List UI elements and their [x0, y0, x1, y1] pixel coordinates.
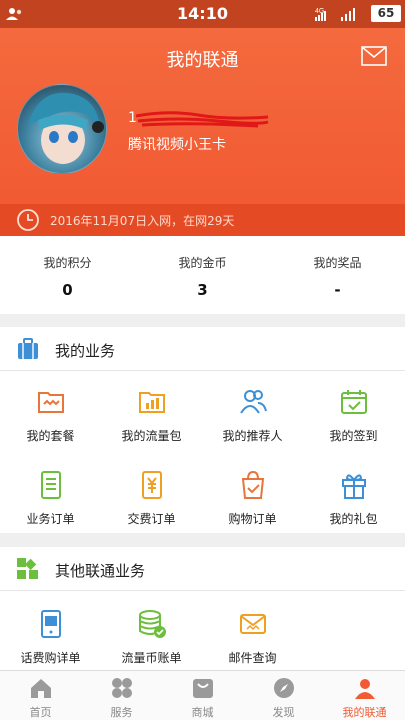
tab-home[interactable]: 首页	[0, 675, 81, 720]
checkin-icon	[340, 390, 367, 414]
item-label: 我的流量包	[121, 429, 182, 443]
redaction-scribble	[135, 111, 269, 128]
mall-icon	[192, 679, 213, 698]
stats-row: 我的积分 0 我的金币 3 我的奖品 -	[0, 236, 405, 314]
mail-query-icon	[239, 614, 266, 634]
item-label: 流量币账单	[121, 651, 182, 665]
profile-icon	[354, 679, 375, 699]
profile-header: 我的联通 1 腾讯视频小王卡	[0, 28, 405, 204]
item-label: 邮件查询	[228, 651, 277, 665]
section-title: 我的业务	[55, 342, 116, 360]
purchase-detail-icon	[40, 610, 61, 638]
briefcase-icon	[18, 338, 38, 359]
stat-coins[interactable]: 我的金币 3	[135, 254, 270, 299]
stat-value: -	[334, 281, 341, 299]
avatar-image	[28, 92, 104, 164]
my-business-section: 我的业务 我的套餐 我的流量包 我的推荐人 我的签到 业务订单 交费订单 购物订…	[0, 327, 405, 533]
business-item-payment-order[interactable]: 交费订单	[101, 470, 202, 527]
avatar[interactable]	[17, 84, 107, 174]
payment-order-icon	[141, 471, 162, 499]
coin-bill-icon	[138, 610, 166, 638]
business-item-referrer[interactable]: 我的推荐人	[202, 387, 303, 444]
stat-prizes[interactable]: 我的奖品 -	[270, 254, 405, 299]
signal-icon: 4G	[315, 8, 355, 21]
item-label: 购物订单	[228, 512, 277, 526]
service-icon	[111, 678, 132, 698]
other-business-header: 其他联通业务	[0, 547, 405, 591]
stat-points[interactable]: 我的积分 0	[0, 254, 135, 299]
join-info-text: 2016年11月07日入网，在网29天	[50, 214, 235, 228]
item-label: 话费购详单	[20, 651, 81, 665]
item-label: 我的礼包	[329, 512, 378, 526]
stat-value: 0	[62, 281, 73, 299]
page-title: 我的联通	[166, 50, 239, 71]
tab-service[interactable]: 服务	[81, 675, 162, 720]
mail-icon[interactable]	[361, 46, 387, 66]
other-item-mail-query[interactable]: 邮件查询	[202, 609, 303, 666]
stat-label: 我的积分	[43, 256, 92, 270]
join-info-bar: 2016年11月07日入网，在网29天	[0, 204, 405, 236]
stat-label: 我的金币	[178, 256, 227, 270]
other-item-purchase-detail[interactable]: 话费购详单	[0, 609, 101, 666]
apps-icon	[17, 558, 38, 579]
package-icon	[37, 392, 64, 413]
business-item-checkin[interactable]: 我的签到	[303, 387, 404, 444]
item-label: 交费订单	[127, 512, 176, 526]
tab-label: 商城	[191, 706, 214, 719]
other-item-coin-bill[interactable]: 流量币账单	[101, 609, 202, 666]
item-label: 我的套餐	[26, 429, 75, 443]
status-bar: 14:10 4G 65	[0, 0, 405, 28]
business-item-gift[interactable]: 我的礼包	[303, 470, 404, 527]
data-pack-icon	[138, 392, 165, 413]
business-item-package[interactable]: 我的套餐	[0, 387, 101, 444]
business-item-shopping-order[interactable]: 购物订单	[202, 470, 303, 527]
shopping-order-icon	[241, 470, 264, 499]
referrer-icon	[239, 390, 267, 414]
clock-icon	[17, 209, 39, 231]
tab-my-unicom[interactable]: 我的联通	[324, 675, 405, 720]
stat-label: 我的奖品	[313, 256, 362, 270]
tab-discover[interactable]: 发现	[243, 675, 324, 720]
compass-icon	[273, 678, 294, 698]
my-business-header: 我的业务	[0, 327, 405, 371]
battery-indicator: 65	[371, 5, 401, 22]
plan-name: 腾讯视频小王卡	[128, 137, 226, 153]
home-icon	[30, 679, 51, 698]
tab-label: 服务	[110, 706, 133, 719]
business-item-business-order[interactable]: 业务订单	[0, 470, 101, 527]
tab-label: 我的联通	[342, 706, 387, 719]
tab-label: 发现	[272, 706, 295, 719]
tab-mall[interactable]: 商城	[162, 675, 243, 720]
item-label: 我的推荐人	[222, 429, 283, 443]
bottom-tab-bar: 首页 服务 商城 发现 我的联通	[0, 670, 405, 720]
gift-icon	[341, 474, 366, 499]
business-item-data-pack[interactable]: 我的流量包	[101, 387, 202, 444]
tab-label: 首页	[29, 706, 52, 719]
section-title: 其他联通业务	[55, 562, 146, 580]
item-label: 业务订单	[26, 512, 75, 526]
stat-value: 3	[197, 281, 208, 299]
item-label: 我的签到	[329, 429, 378, 443]
other-business-section: 其他联通业务 话费购详单 流量币账单 邮件查询	[0, 547, 405, 670]
business-order-icon	[40, 471, 61, 499]
